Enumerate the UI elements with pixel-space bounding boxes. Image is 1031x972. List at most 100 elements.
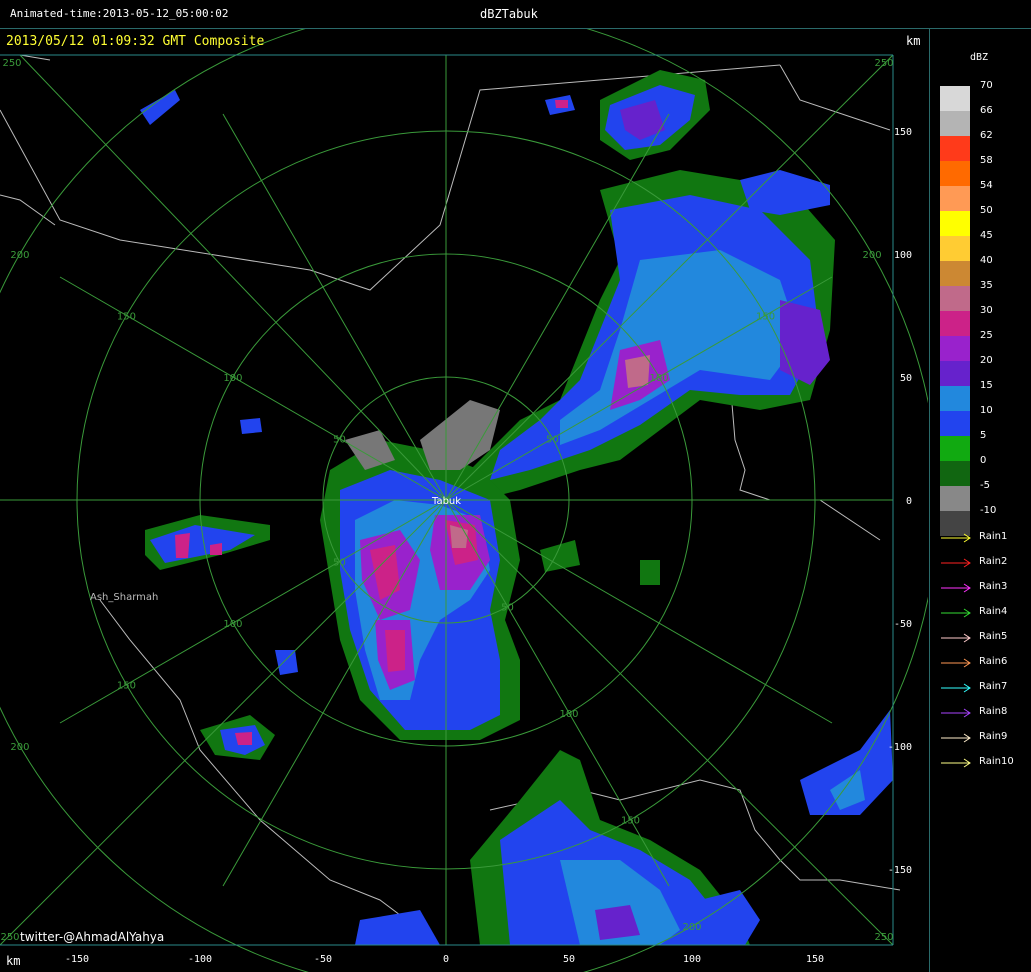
ring-label: 150	[117, 681, 136, 692]
dbz-swatch	[940, 111, 970, 136]
rain-legend-item: Rain10	[940, 756, 1028, 770]
dbz-value-label: -10	[980, 505, 997, 516]
rain-label: Rain1	[979, 531, 1008, 542]
dbz-value-label: 58	[980, 155, 993, 166]
dbz-value-label: 5	[980, 430, 987, 441]
ring-label: 150	[117, 312, 136, 323]
arrow-icon	[941, 708, 971, 718]
rain-legend-item: Rain5	[940, 631, 1028, 645]
rain-legend-item: Rain8	[940, 706, 1028, 720]
corner-label: 250	[0, 932, 19, 943]
x-tick-label: -50	[314, 954, 332, 965]
dbz-swatch	[940, 261, 970, 286]
x-tick-label: 100	[683, 954, 701, 965]
dbz-swatch	[940, 136, 970, 161]
x-tick-label: 0	[443, 954, 449, 965]
ring-label: 100	[559, 709, 578, 720]
dbz-swatch	[940, 86, 970, 111]
station-label: Tabuk	[431, 496, 461, 507]
dbz-value-label: 35	[980, 280, 993, 291]
ring-label: 200	[682, 922, 701, 933]
dbz-value-label: -5	[980, 480, 990, 491]
dbz-swatch	[940, 311, 970, 336]
map-subtitle: 2013/05/12 01:09:32 GMT Composite	[6, 34, 265, 49]
arrow-icon	[941, 583, 971, 593]
ring-label: 50	[546, 435, 559, 446]
title-bar: Animated-time:2013-05-12_05:00:02 dBZTab…	[0, 0, 1031, 29]
ring-label: 150	[756, 312, 775, 323]
ring-label: 100	[649, 373, 668, 384]
x-tick-label: 150	[806, 954, 824, 965]
dbz-swatch	[940, 186, 970, 211]
x-tick-label: -100	[188, 954, 212, 965]
arrow-icon	[941, 533, 971, 543]
ring-label: 50	[333, 558, 346, 569]
km-label-top: km	[906, 34, 921, 48]
rain-legend-item: Rain1	[940, 531, 1028, 545]
dbz-swatch	[940, 461, 970, 486]
radar-echoes	[140, 70, 893, 945]
ring-label: 200	[10, 250, 29, 261]
arrow-icon	[941, 558, 971, 568]
ring-label: 50	[501, 603, 514, 614]
x-tick-label: -150	[65, 954, 89, 965]
dbz-value-label: 40	[980, 255, 993, 266]
arrow-icon	[941, 683, 971, 693]
dbz-value-label: 0	[980, 455, 987, 466]
rain-legend-item: Rain6	[940, 656, 1028, 670]
dbz-swatch	[940, 411, 970, 436]
arrow-icon	[941, 608, 971, 618]
ring-label: 50	[333, 435, 346, 446]
dbz-swatch	[940, 386, 970, 411]
ring-label: 150	[621, 816, 640, 827]
x-tick-label: 50	[563, 954, 575, 965]
dbz-swatch	[940, 361, 970, 386]
animated-time-label: Animated-time:2013-05-12_05:00:02	[10, 7, 229, 20]
arrow-icon	[941, 658, 971, 668]
dbz-swatch	[940, 236, 970, 261]
corner-label: 250	[874, 932, 893, 943]
dbz-value-label: 62	[980, 130, 993, 141]
y-tick-label: 150	[894, 127, 912, 138]
y-tick-label: -50	[894, 619, 912, 630]
dbz-swatch	[940, 336, 970, 361]
y-tick-label: 100	[894, 250, 912, 261]
dbz-value-label: 45	[980, 230, 993, 241]
rain-legend-item: Rain4	[940, 606, 1028, 620]
y-tick-label: 0	[906, 496, 912, 507]
ring-label: 100	[223, 619, 242, 630]
rain-label: Rain6	[979, 656, 1008, 667]
dbz-value-label: 10	[980, 405, 993, 416]
dbz-value-label: 70	[980, 80, 993, 91]
corner-label: 250	[874, 58, 893, 69]
rain-label: Rain5	[979, 631, 1008, 642]
rain-legend-item: Rain9	[940, 731, 1028, 745]
dbz-value-label: 25	[980, 330, 993, 341]
rain-label: Rain8	[979, 706, 1008, 717]
radar-map[interactable]: -150 -100 -50 0 50 100 150 150100500-50-100-15…	[0, 29, 928, 972]
place-label: Ash_Sharmah	[90, 592, 158, 603]
km-label-bottom: km	[6, 954, 21, 968]
dbz-value-label: 54	[980, 180, 993, 191]
x-axis-ticks: -150 -100 -50 0 50 100 150	[65, 954, 824, 965]
rain-label: Rain10	[979, 756, 1014, 767]
rain-legend-item: Rain7	[940, 681, 1028, 695]
rain-label: Rain4	[979, 606, 1008, 617]
dbz-swatch	[940, 211, 970, 236]
y-tick-label: 50	[900, 373, 912, 384]
dbz-value-label: 66	[980, 105, 993, 116]
y-tick-label: -150	[888, 865, 912, 876]
rain-label: Rain7	[979, 681, 1008, 692]
corner-label: 250	[2, 58, 21, 69]
arrow-icon	[941, 758, 971, 768]
dbz-value-label: 15	[980, 380, 993, 391]
arrow-icon	[941, 633, 971, 643]
dbz-swatch	[940, 486, 970, 511]
legend-title: dBZ	[970, 52, 989, 63]
dbz-swatch	[940, 286, 970, 311]
dbz-value-label: 20	[980, 355, 993, 366]
y-tick-label: -100	[888, 742, 912, 753]
dbz-value-label: 50	[980, 205, 993, 216]
rain-label: Rain3	[979, 581, 1008, 592]
ring-label: 200	[10, 742, 29, 753]
